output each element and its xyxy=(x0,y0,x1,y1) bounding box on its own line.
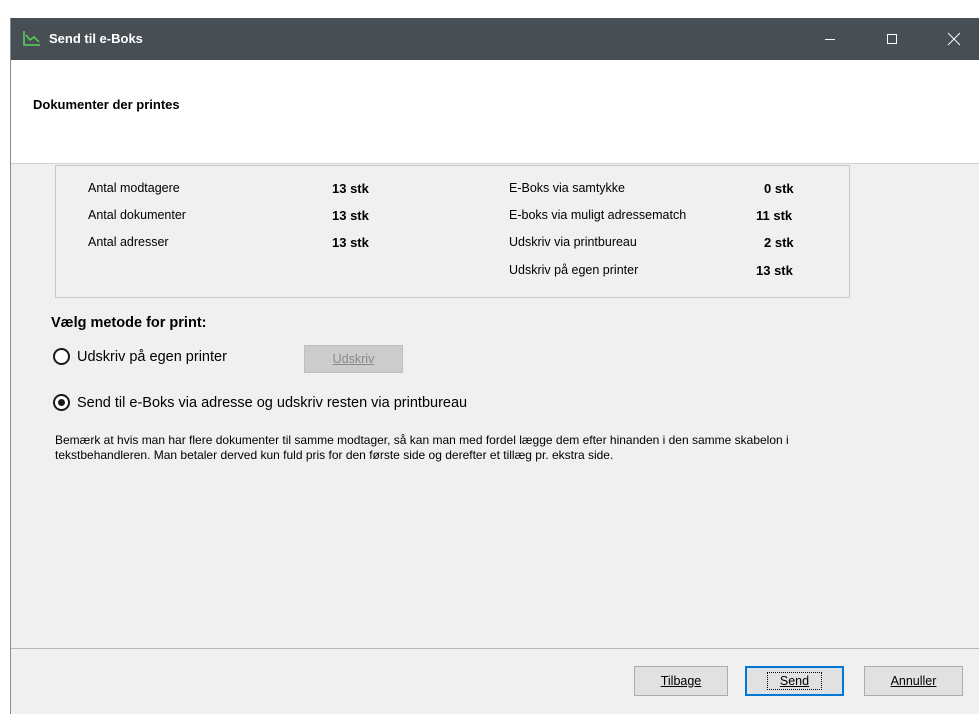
close-icon xyxy=(947,32,961,46)
cancel-button[interactable]: Annuller xyxy=(864,666,963,696)
maximize-icon xyxy=(887,34,897,44)
stat-label-documents: Antal dokumenter xyxy=(88,208,186,222)
send-button[interactable]: Send xyxy=(745,666,844,696)
info-note: Bemærk at hvis man har flere dokumenter … xyxy=(55,433,789,462)
maximize-button[interactable] xyxy=(869,18,915,60)
radio-send-eboks[interactable]: Send til e-Boks via adresse og udskriv r… xyxy=(53,394,467,411)
title-bar[interactable]: Send til e-Boks xyxy=(11,18,979,60)
stat-label-own-printer: Udskriv på egen printer xyxy=(509,263,639,277)
print-button-label: Udskriv xyxy=(332,352,375,366)
stat-label-eboks-address-match: E-boks via muligt adressematch xyxy=(509,208,687,222)
back-button-label: Tilbage xyxy=(660,674,702,688)
stat-label-addresses: Antal adresser xyxy=(88,235,169,249)
send-button-label: Send xyxy=(779,674,810,688)
stat-value-recipients: 13 stk xyxy=(332,181,369,196)
stat-value-documents: 13 stk xyxy=(332,208,369,223)
window-title: Send til e-Boks xyxy=(49,31,143,46)
stat-value-eboks-address-match: 11 stk xyxy=(756,208,793,223)
radio-own-printer[interactable]: Udskriv på egen printer xyxy=(53,348,227,365)
radio-button-own-printer[interactable] xyxy=(53,348,70,365)
stat-value-addresses: 13 stk xyxy=(332,235,369,250)
chart-line-icon xyxy=(23,31,40,46)
stat-value-print-bureau: 2 stk xyxy=(764,235,794,250)
stat-value-own-printer: 13 stk xyxy=(756,263,793,278)
close-button[interactable] xyxy=(931,18,977,60)
radio-button-send-eboks[interactable] xyxy=(53,394,70,411)
radio-label-send-eboks: Send til e-Boks via adresse og udskriv r… xyxy=(77,394,468,411)
header-panel: Dokumenter der printes xyxy=(11,60,979,164)
radio-label-own-printer: Udskriv på egen printer xyxy=(77,348,227,365)
minimize-icon xyxy=(825,39,835,40)
page-title: Dokumenter der printes xyxy=(33,97,180,112)
stat-label-recipients: Antal modtagere xyxy=(88,181,180,195)
method-heading: Vælg metode for print: xyxy=(51,315,207,331)
footer-separator xyxy=(11,648,979,649)
cancel-button-label: Annuller xyxy=(890,674,937,688)
dialog-window: Send til e-Boks Dokumenter der printes A… xyxy=(10,18,979,714)
print-button[interactable]: Udskriv xyxy=(304,345,403,373)
stat-label-print-bureau: Udskriv via printbureau xyxy=(509,235,637,249)
stats-box: Antal modtagere 13 stk Antal dokumenter … xyxy=(55,165,850,298)
back-button[interactable]: Tilbage xyxy=(634,666,728,696)
stat-value-eboks-consent: 0 stk xyxy=(764,181,794,196)
minimize-button[interactable] xyxy=(807,18,853,60)
stat-label-eboks-consent: E-Boks via samtykke xyxy=(509,181,626,195)
